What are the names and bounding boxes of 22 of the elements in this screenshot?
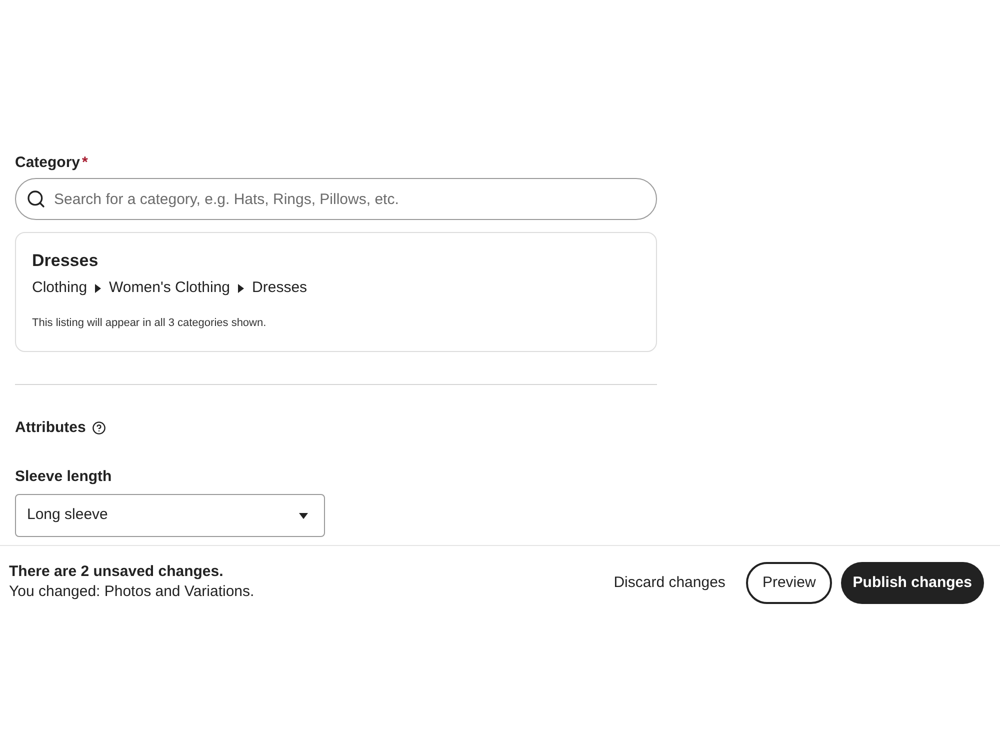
dropdown-caret-icon [299, 512, 308, 518]
select-field[interactable]: Long sleeve [15, 494, 325, 537]
select-value: Long sleeve [27, 505, 108, 526]
category-title: Dresses [32, 250, 98, 272]
breadcrumb-item: Clothing [32, 278, 88, 298]
search-icon [26, 189, 46, 209]
caret-icon [95, 284, 102, 292]
discard-button[interactable]: Discard changes [602, 562, 738, 604]
breadcrumb-item: Dresses [252, 278, 308, 298]
field-label: Sleeve length [15, 467, 112, 486]
unsaved-message: There are 2 unsaved changes. [9, 562, 224, 582]
category-note: This listing will appear in all 3 categories shown. [32, 316, 266, 330]
changes-detail: You changed: Photos and Variations. [9, 582, 254, 602]
field-label: Category [15, 153, 80, 172]
search-field[interactable]: Search for a category, e.g. Hats, Rings, Pillows, etc. [15, 178, 657, 220]
caret-icon [238, 284, 244, 292]
preview-button[interactable]: Preview [746, 562, 832, 604]
section-title: Attributes [15, 418, 86, 438]
publish-button[interactable]: Publish changes [840, 562, 984, 604]
help-icon[interactable] [92, 421, 106, 435]
required-mark: * [82, 153, 88, 172]
breadcrumb-item: Women's Clothing [109, 278, 230, 298]
